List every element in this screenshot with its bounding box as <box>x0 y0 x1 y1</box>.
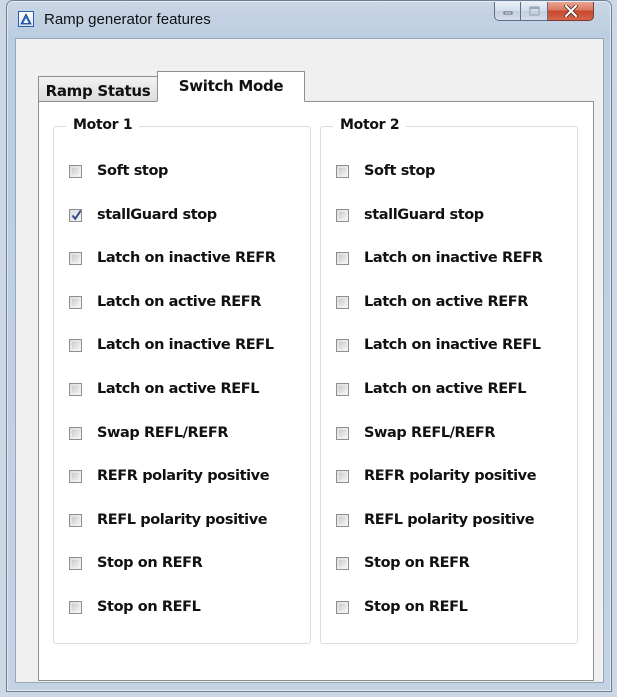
motor-2-swap-refl-refr-checkbox[interactable] <box>336 426 349 440</box>
motor-2-stallguard-stop-checkbox[interactable] <box>336 208 349 222</box>
motor-2-latch-on-inactive-refl-label: Latch on inactive REFL <box>364 337 541 353</box>
motor-1-stop-on-refl-option[interactable]: Stop on REFL <box>69 597 201 617</box>
caption-buttons <box>494 2 594 22</box>
minimize-button[interactable] <box>494 2 521 21</box>
motor-2-soft-stop-label: Soft stop <box>364 163 435 179</box>
motor-1-stop-on-refr-checkbox[interactable] <box>69 556 82 570</box>
maximize-button[interactable] <box>521 2 548 21</box>
motor-2-latch-on-active-refl-label: Latch on active REFL <box>364 381 527 397</box>
minimize-icon <box>503 11 512 15</box>
motor-1-stop-on-refl-checkbox[interactable] <box>69 600 82 614</box>
motor-1-stop-on-refr-option[interactable]: Stop on REFR <box>69 553 203 573</box>
motor-1-soft-stop-option[interactable]: Soft stop <box>69 161 168 181</box>
motor-1-latch-on-inactive-refl-option[interactable]: Latch on inactive REFL <box>69 335 274 355</box>
motor-2-latch-on-active-refl-option[interactable]: Latch on active REFL <box>336 379 526 399</box>
motor-1-latch-on-active-refr-label: Latch on active REFR <box>97 294 262 310</box>
motor-1-latch-on-inactive-refr-option[interactable]: Latch on inactive REFR <box>69 248 276 268</box>
motor-1-soft-stop-checkbox[interactable] <box>69 164 82 178</box>
motor-1-refl-polarity-positive-label: REFL polarity positive <box>97 512 268 528</box>
motor-2-stallguard-stop-option[interactable]: stallGuard stop <box>336 205 484 225</box>
close-button[interactable] <box>548 2 594 21</box>
motor-2-stop-on-refl-label: Stop on REFL <box>364 599 468 615</box>
switch-mode-tab-page: Motor 1 Soft stop stallGuard stop Latch on… <box>38 101 594 681</box>
motor-2-soft-stop-checkbox[interactable] <box>336 164 349 178</box>
motor-1-swap-refl-refr-checkbox[interactable] <box>69 426 82 440</box>
motor-1-latch-on-inactive-refr-checkbox[interactable] <box>69 251 82 265</box>
motor-2-stop-on-refr-option[interactable]: Stop on REFR <box>336 553 470 573</box>
motor-2-refr-polarity-positive-option[interactable]: REFR polarity positive <box>336 466 537 486</box>
motor-2-group: Motor 2 Soft stop stallGuard stop Latch on… <box>320 117 578 644</box>
motor-2-latch-on-active-refr-option[interactable]: Latch on active REFR <box>336 292 528 312</box>
motor-1-latch-on-inactive-refl-label: Latch on inactive REFL <box>97 337 274 353</box>
motor-2-latch-on-active-refr-label: Latch on active REFR <box>364 294 529 310</box>
motor-1-stallguard-stop-checkbox[interactable] <box>69 208 82 222</box>
motor-2-latch-on-inactive-refr-checkbox[interactable] <box>336 251 349 265</box>
motor-2-stop-on-refr-checkbox[interactable] <box>336 556 349 570</box>
app-triangle-icon[interactable] <box>18 11 34 27</box>
motor-1-latch-on-active-refl-label: Latch on active REFL <box>97 381 260 397</box>
motor-2-swap-refl-refr-option[interactable]: Swap REFL/REFR <box>336 423 496 443</box>
title-bar[interactable]: Ramp generator features <box>7 1 611 38</box>
maximize-icon <box>528 6 540 16</box>
motor-1-swap-refl-refr-option[interactable]: Swap REFL/REFR <box>69 423 229 443</box>
motor-1-group: Motor 1 Soft stop stallGuard stop Latch on… <box>53 117 311 644</box>
motor-1-stallguard-stop-label: stallGuard stop <box>97 207 217 223</box>
motor-1-refr-polarity-positive-checkbox[interactable] <box>69 469 82 483</box>
motor-2-refl-polarity-positive-checkbox[interactable] <box>336 513 349 527</box>
motor-1-stop-on-refl-label: Stop on REFL <box>97 599 201 615</box>
motor-2-refl-polarity-positive-label: REFL polarity positive <box>364 512 535 528</box>
motor-2-refl-polarity-positive-option[interactable]: REFL polarity positive <box>336 510 535 530</box>
ramp-generator-window: Ramp generator features Ramp Status Swit… <box>6 0 612 692</box>
motor-2-group-title: Motor 2 <box>333 117 407 133</box>
tab-ramp-status[interactable]: Ramp Status <box>38 76 158 102</box>
motor-1-stallguard-stop-option[interactable]: stallGuard stop <box>69 205 217 225</box>
motor-1-latch-on-active-refl-checkbox[interactable] <box>69 382 82 396</box>
motor-1-latch-on-active-refr-checkbox[interactable] <box>69 295 82 309</box>
motor-2-stallguard-stop-label: stallGuard stop <box>364 207 484 223</box>
motor-2-swap-refl-refr-label: Swap REFL/REFR <box>364 425 496 441</box>
motor-2-latch-on-inactive-refr-option[interactable]: Latch on inactive REFR <box>336 248 543 268</box>
dialog-client-area: Ramp Status Switch Mode Motor 1 Soft sto… <box>15 38 604 683</box>
tab-switch-mode[interactable]: Switch Mode <box>157 71 305 102</box>
motor-1-group-title: Motor 1 <box>66 117 140 133</box>
motor-1-stop-on-refr-label: Stop on REFR <box>97 555 203 571</box>
window-title: Ramp generator features <box>44 11 211 28</box>
motor-1-swap-refl-refr-label: Swap REFL/REFR <box>97 425 229 441</box>
motor-1-refr-polarity-positive-label: REFR polarity positive <box>97 468 270 484</box>
motor-1-refl-polarity-positive-option[interactable]: REFL polarity positive <box>69 510 268 530</box>
motor-2-stop-on-refl-option[interactable]: Stop on REFL <box>336 597 468 617</box>
motor-2-latch-on-inactive-refl-option[interactable]: Latch on inactive REFL <box>336 335 541 355</box>
motor-2-latch-on-inactive-refr-label: Latch on inactive REFR <box>364 250 543 266</box>
motor-2-soft-stop-option[interactable]: Soft stop <box>336 161 435 181</box>
motor-2-refr-polarity-positive-label: REFR polarity positive <box>364 468 537 484</box>
motor-2-refr-polarity-positive-checkbox[interactable] <box>336 469 349 483</box>
motor-1-latch-on-active-refl-option[interactable]: Latch on active REFL <box>69 379 259 399</box>
motor-1-soft-stop-label: Soft stop <box>97 163 168 179</box>
motor-2-stop-on-refr-label: Stop on REFR <box>364 555 470 571</box>
motor-1-latch-on-inactive-refr-label: Latch on inactive REFR <box>97 250 276 266</box>
motor-1-refl-polarity-positive-checkbox[interactable] <box>69 513 82 527</box>
motor-2-latch-on-inactive-refl-checkbox[interactable] <box>336 338 349 352</box>
motor-1-latch-on-active-refr-option[interactable]: Latch on active REFR <box>69 292 261 312</box>
motor-2-stop-on-refl-checkbox[interactable] <box>336 600 349 614</box>
motor-1-latch-on-inactive-refl-checkbox[interactable] <box>69 338 82 352</box>
motor-2-latch-on-active-refr-checkbox[interactable] <box>336 295 349 309</box>
checkmark-icon <box>71 209 82 220</box>
motor-1-refr-polarity-positive-option[interactable]: REFR polarity positive <box>69 466 270 486</box>
close-icon <box>563 5 578 17</box>
motor-2-latch-on-active-refl-checkbox[interactable] <box>336 382 349 396</box>
